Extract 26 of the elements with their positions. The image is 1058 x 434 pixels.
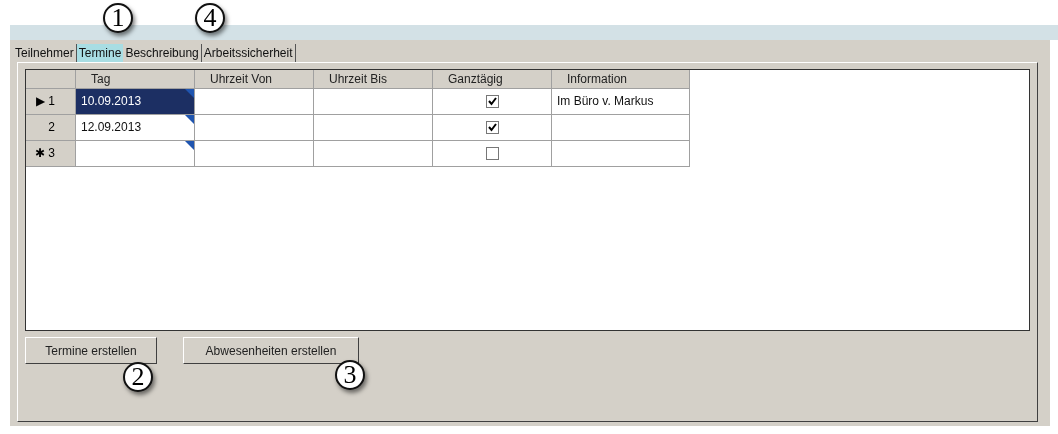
tab[interactable]: Arbeitssicherheit xyxy=(201,44,296,62)
corner-header xyxy=(26,70,76,88)
corner-marker-icon xyxy=(185,140,194,150)
row-header[interactable]: 2 xyxy=(26,114,76,140)
table-cell: Im Büro v. Markus xyxy=(551,88,690,114)
corner-marker-icon xyxy=(185,88,194,98)
checkbox[interactable] xyxy=(485,121,499,135)
row-header[interactable]: ▶ 1 xyxy=(26,88,76,114)
table-cell: 10.09.2013 xyxy=(75,88,195,114)
action-button[interactable]: Abwesenheiten erstellen xyxy=(183,337,359,364)
corner-marker-icon xyxy=(185,114,194,124)
table-cell: 12.09.2013 xyxy=(75,114,195,140)
checkbox[interactable] xyxy=(485,95,499,109)
column-header[interactable]: Uhrzeit Von xyxy=(194,70,314,88)
action-button[interactable]: Termine erstellen xyxy=(25,337,157,364)
tab[interactable]: Termine xyxy=(76,44,124,62)
tab[interactable]: Teilnehmer xyxy=(13,44,77,62)
column-header[interactable]: Tag xyxy=(75,70,195,88)
tab[interactable]: Beschreibung xyxy=(123,44,202,62)
row-header[interactable]: ✱ 3 xyxy=(26,140,76,166)
callout-number: 1 xyxy=(103,3,133,33)
callout-number: 4 xyxy=(195,3,225,33)
column-header[interactable]: Uhrzeit Bis xyxy=(313,70,433,88)
checkbox[interactable] xyxy=(485,147,499,161)
column-header[interactable]: Ganztägig xyxy=(432,70,552,88)
column-header[interactable]: Information xyxy=(551,70,690,88)
